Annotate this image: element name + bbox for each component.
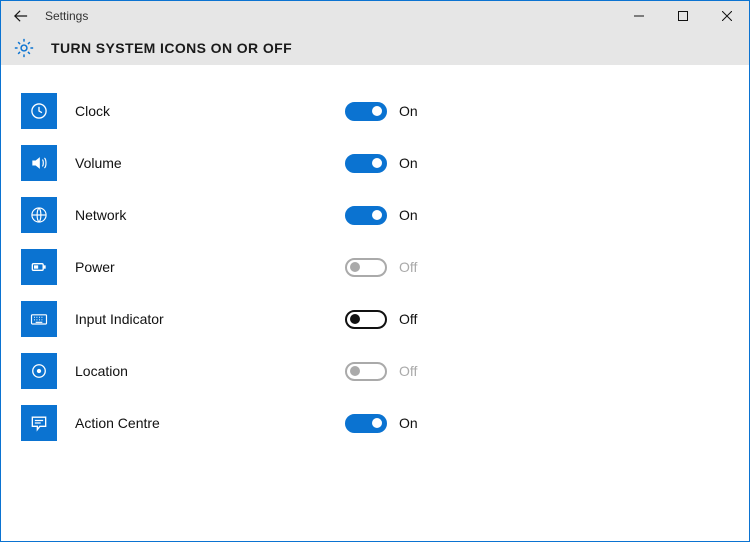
window-titlebar: Settings	[1, 1, 749, 31]
gear-icon	[13, 37, 35, 59]
page-header: TURN SYSTEM ICONS ON OR OFF	[1, 31, 749, 65]
toggle-state-label: Off	[399, 311, 417, 327]
toggle-state-label: On	[399, 103, 418, 119]
location-icon	[21, 353, 57, 389]
toggle-volume[interactable]	[345, 154, 387, 173]
toggle-location	[345, 362, 387, 381]
close-icon	[722, 11, 732, 21]
item-label: Volume	[75, 155, 345, 171]
toggle-clock[interactable]	[345, 102, 387, 121]
list-item: Network On	[21, 189, 729, 241]
toggle-state-label: Off	[399, 363, 417, 379]
toggle-input-indicator[interactable]	[345, 310, 387, 329]
keyboard-icon	[21, 301, 57, 337]
item-label: Network	[75, 207, 345, 223]
back-button[interactable]	[1, 1, 41, 31]
page-title: TURN SYSTEM ICONS ON OR OFF	[51, 40, 292, 56]
list-item: Input Indicator Off	[21, 293, 729, 345]
action-centre-icon	[21, 405, 57, 441]
item-label: Power	[75, 259, 345, 275]
minimize-button[interactable]	[617, 1, 661, 31]
toggle-power	[345, 258, 387, 277]
settings-list: Clock On Volume On Network	[1, 65, 749, 469]
item-label: Clock	[75, 103, 345, 119]
minimize-icon	[634, 11, 644, 21]
clock-icon	[21, 93, 57, 129]
item-label: Location	[75, 363, 345, 379]
window-title: Settings	[41, 1, 617, 31]
toggle-state-label: On	[399, 155, 418, 171]
toggle-state-label: On	[399, 207, 418, 223]
item-label: Input Indicator	[75, 311, 345, 327]
window-controls	[617, 1, 749, 31]
back-arrow-icon	[14, 9, 28, 23]
list-item: Power Off	[21, 241, 729, 293]
close-button[interactable]	[705, 1, 749, 31]
list-item: Clock On	[21, 85, 729, 137]
maximize-icon	[678, 11, 688, 21]
list-item: Volume On	[21, 137, 729, 189]
item-label: Action Centre	[75, 415, 345, 431]
network-icon	[21, 197, 57, 233]
toggle-state-label: On	[399, 415, 418, 431]
power-icon	[21, 249, 57, 285]
toggle-action-centre[interactable]	[345, 414, 387, 433]
volume-icon	[21, 145, 57, 181]
toggle-network[interactable]	[345, 206, 387, 225]
maximize-button[interactable]	[661, 1, 705, 31]
list-item: Location Off	[21, 345, 729, 397]
list-item: Action Centre On	[21, 397, 729, 449]
toggle-state-label: Off	[399, 259, 417, 275]
